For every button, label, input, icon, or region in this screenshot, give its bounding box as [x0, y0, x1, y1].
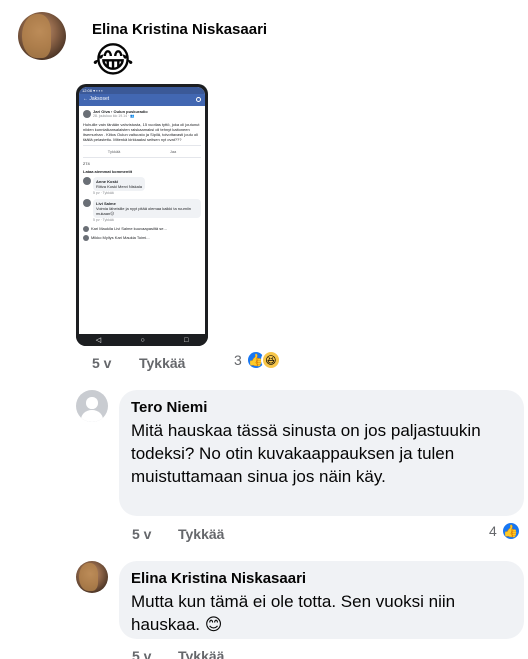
- comment-author[interactable]: Tero Niemi: [131, 399, 512, 417]
- author-avatar[interactable]: [18, 12, 66, 60]
- screenshot-reaction-count: 274: [83, 161, 90, 166]
- commenter-avatar[interactable]: [76, 561, 108, 593]
- home-icon: ○: [140, 336, 145, 344]
- comment-reaction-count: 4: [489, 523, 497, 539]
- screenshot-header: ← Jaksoset: [79, 94, 205, 106]
- comment-timestamp[interactable]: 5 v: [132, 526, 151, 542]
- comment-text: Mitä hauskaa tässä sinusta on jos paljas…: [131, 421, 481, 486]
- comment-bubble: Tero Niemi Mitä hauskaa tässä sinusta on…: [119, 390, 524, 516]
- post-timestamp[interactable]: 5 v: [92, 355, 111, 371]
- screenshot-status-bar: 12:08 ▾ ▪ ▪ ▪: [79, 87, 205, 94]
- back-icon: ◁: [95, 337, 102, 344]
- haha-reaction-icon: 😆: [260, 350, 281, 370]
- comment-bubble: Elina Kristina Niskasaari Mutta kun tämä…: [119, 561, 524, 639]
- comment-like-button[interactable]: Tykkää: [178, 648, 224, 659]
- laughing-emoji: 😂: [92, 39, 135, 80]
- screenshot-post-text: Huhuille vain tänään vahvistusta, 15 vuo…: [83, 122, 200, 142]
- post-like-button[interactable]: Tykkää: [139, 355, 185, 371]
- comment-timestamp[interactable]: 5 v: [132, 648, 151, 659]
- comment-reactions[interactable]: 4 👍: [489, 521, 521, 541]
- post-reaction-count: 3: [234, 352, 242, 368]
- comment-text: Mutta kun tämä ei ole totta. Sen vuoksi …: [131, 592, 456, 634]
- like-reaction-icon: 👍: [500, 521, 521, 541]
- attached-screenshot-image[interactable]: 12:08 ▾ ▪ ▪ ▪ ← Jaksoset Jari Oiva › Oul…: [76, 84, 208, 346]
- screenshot-avatar: [83, 110, 91, 118]
- comment-like-button[interactable]: Tykkää: [178, 526, 224, 542]
- post-reactions[interactable]: 3 👍 😆: [234, 350, 281, 370]
- android-nav-bar: ◁ ○ □: [76, 334, 208, 346]
- commenter-avatar[interactable]: [76, 390, 108, 422]
- screenshot-post: Jari Oiva › Oulun puskuradio 28. jouluku…: [83, 109, 201, 241]
- recents-icon: □: [184, 336, 189, 344]
- search-icon: [196, 97, 201, 102]
- post-author-name[interactable]: Elina Kristina Niskasaari: [92, 21, 267, 38]
- comment-author[interactable]: Elina Kristina Niskasaari: [131, 570, 512, 588]
